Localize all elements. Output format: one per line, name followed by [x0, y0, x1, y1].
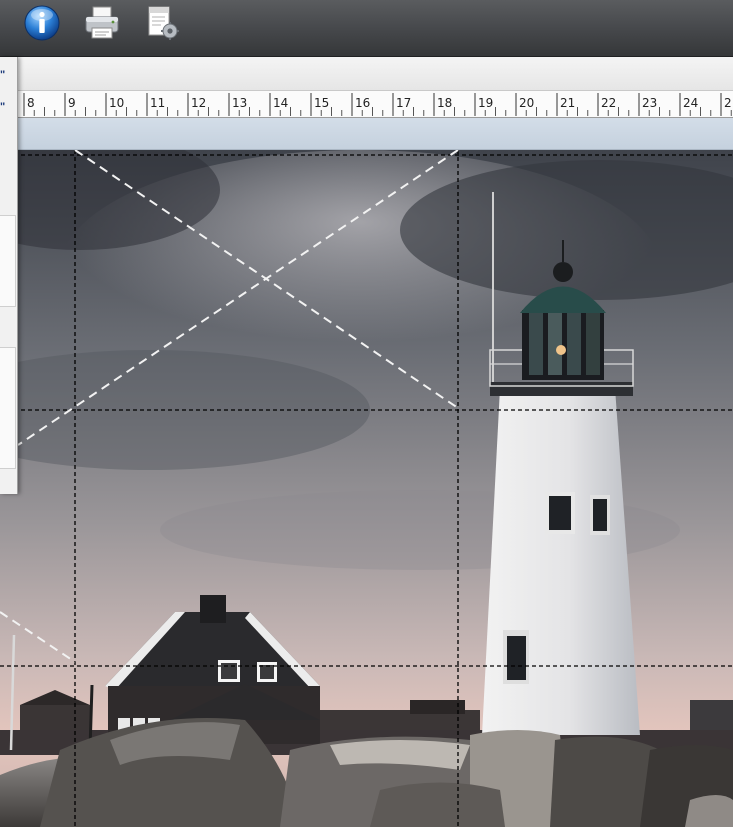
ruler-number: 10	[109, 96, 125, 110]
ruler-number: 2	[724, 96, 732, 110]
ruler-number: 17	[396, 96, 412, 110]
ruler-number: 15	[314, 96, 330, 110]
ruler-number: 18	[437, 96, 453, 110]
ruler-number: 24	[683, 96, 699, 110]
panel-mark-2: "	[0, 101, 6, 113]
panel-mark-1: "	[0, 69, 6, 81]
options-bar	[0, 57, 733, 91]
ruler-number: 11	[150, 96, 166, 110]
page-setup-icon	[148, 6, 179, 40]
ruler-number: 14	[273, 96, 289, 110]
info-button[interactable]	[22, 3, 62, 43]
photo-canvas[interactable]	[0, 150, 733, 827]
ruler-number: 13	[232, 96, 248, 110]
info-icon	[24, 5, 60, 41]
ruler-number: 23	[642, 96, 658, 110]
ruler-number: 8	[27, 96, 35, 110]
ruler-number: 22	[601, 96, 617, 110]
printer-icon	[85, 6, 119, 39]
horizontal-ruler[interactable]: 8 9 10 11 12 13 14 15 16 17 18 19 20 21 22 23 24 2	[0, 91, 733, 118]
print-button[interactable]	[82, 3, 122, 43]
ruler-number: 20	[519, 96, 535, 110]
ruler-number: 21	[560, 96, 576, 110]
main-toolbar	[0, 0, 733, 57]
ruler-number: 16	[355, 96, 371, 110]
canvas-header-strip	[0, 118, 733, 150]
lighthouse-photo	[0, 150, 733, 827]
ruler-number: 9	[68, 96, 76, 110]
options-side-panel: " "	[0, 57, 18, 494]
ruler-number: 19	[478, 96, 494, 110]
ruler-number: 12	[191, 96, 207, 110]
page-setup-button[interactable]	[142, 3, 182, 43]
panel-section-box	[0, 347, 16, 469]
panel-section-box	[0, 215, 16, 307]
